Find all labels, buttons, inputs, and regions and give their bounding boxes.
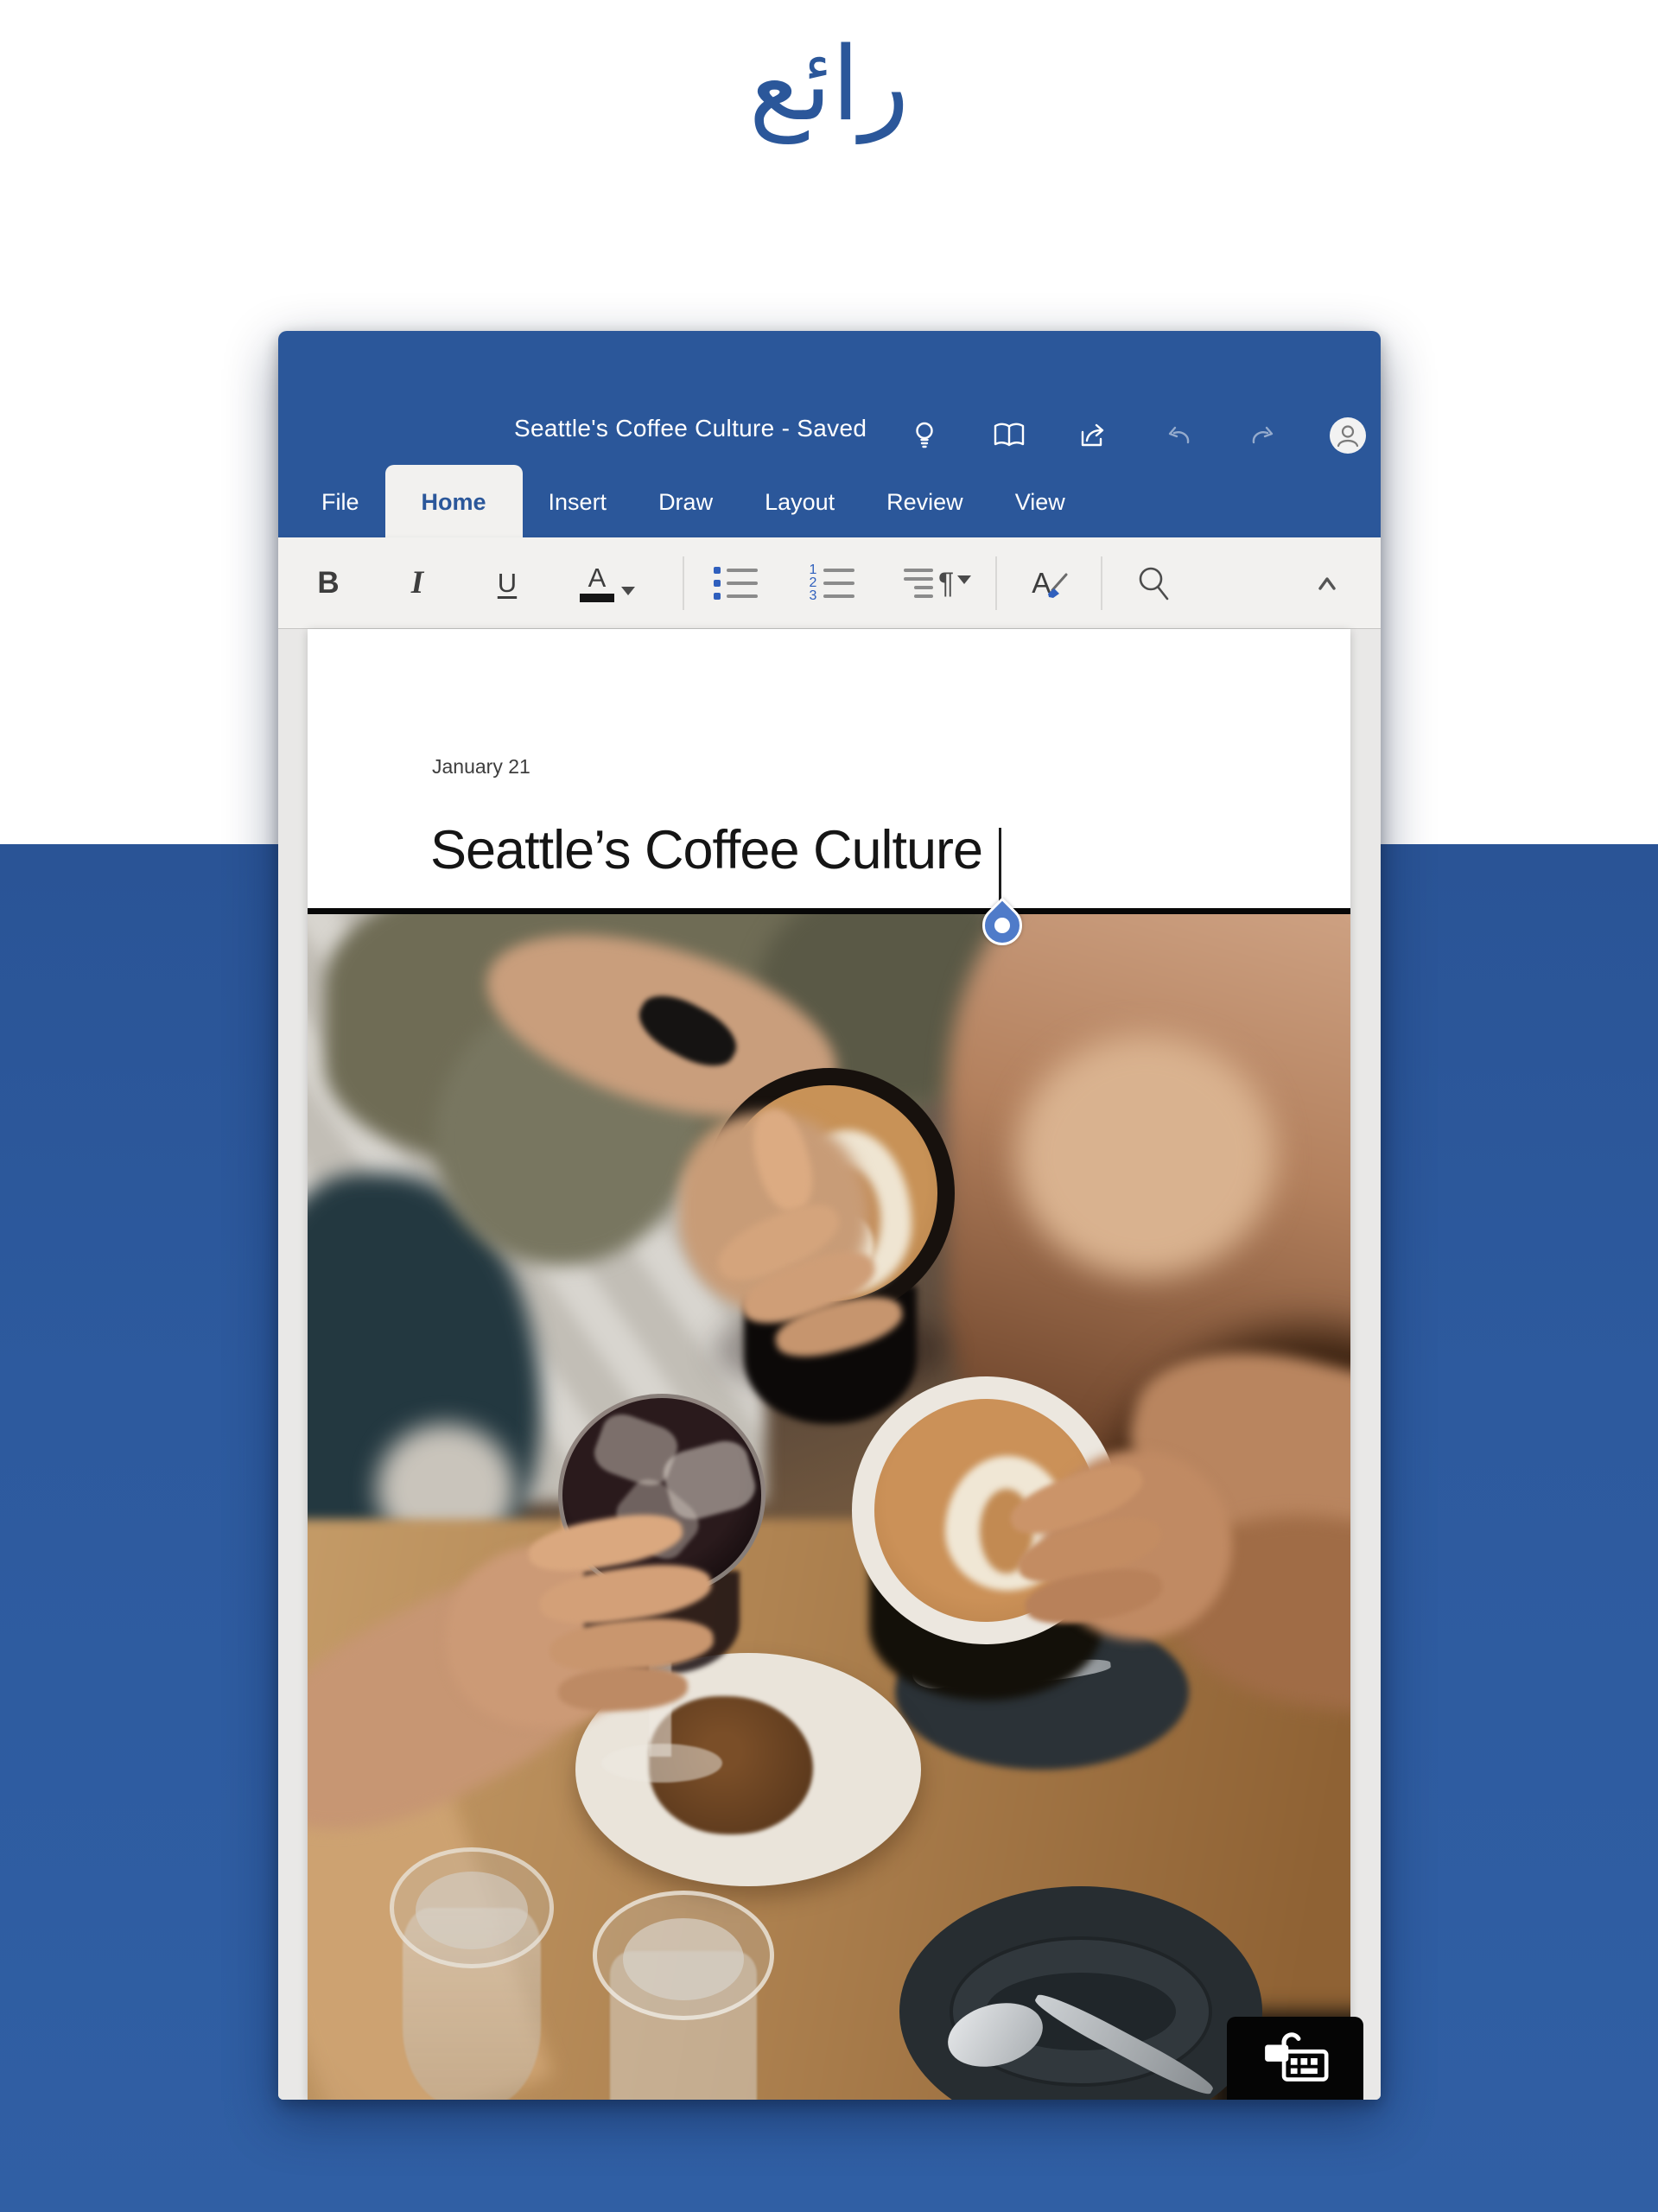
undo-icon[interactable] xyxy=(1159,416,1197,454)
formatting-toolbar: B I U A 1 2 3 xyxy=(278,537,1381,629)
marketing-headline: رائع xyxy=(0,24,1658,143)
keyboard-dock-button[interactable] xyxy=(1227,2017,1363,2100)
search-icon[interactable] xyxy=(1132,563,1177,604)
toolbar-divider xyxy=(995,556,997,610)
tab-draw[interactable]: Draw xyxy=(632,465,739,537)
toolbar-divider xyxy=(1101,556,1102,610)
numbered-line xyxy=(823,594,854,598)
account-icon[interactable] xyxy=(1329,416,1367,454)
document-date-line[interactable]: January 21 xyxy=(432,755,530,779)
tab-insert[interactable]: Insert xyxy=(523,465,633,537)
document-page[interactable]: January 21 Seattle’s Coffee Culture xyxy=(308,629,1350,2100)
underline-button[interactable]: U xyxy=(489,568,525,599)
toolbar-divider xyxy=(683,556,684,610)
italic-button[interactable]: I xyxy=(400,564,435,601)
tab-review[interactable]: Review xyxy=(861,465,989,537)
tab-layout[interactable]: Layout xyxy=(739,465,861,537)
document-heading[interactable]: Seattle’s Coffee Culture xyxy=(430,819,982,881)
indent-line xyxy=(914,586,933,589)
numbered-line xyxy=(823,569,854,572)
numbered-row: 3 xyxy=(809,593,855,600)
indent-line xyxy=(904,569,933,572)
document-photo[interactable] xyxy=(308,908,1350,2100)
share-icon[interactable] xyxy=(1075,416,1113,454)
tab-view[interactable]: View xyxy=(989,465,1091,537)
bold-button[interactable]: B xyxy=(311,566,346,601)
lightbulb-icon[interactable] xyxy=(905,416,943,454)
numbered-line xyxy=(823,582,854,585)
font-color-glyph: A xyxy=(580,564,614,602)
document-title-saved-status: Seattle's Coffee Culture - Saved xyxy=(514,415,867,442)
bullet-dot-icon xyxy=(714,580,721,587)
document-scroll-area[interactable]: January 21 Seattle’s Coffee Culture xyxy=(278,629,1381,2100)
read-mode-icon[interactable] xyxy=(990,416,1028,454)
text-cursor xyxy=(999,828,1001,904)
photo-art xyxy=(308,914,1350,2100)
ribbon-tab-bar: File Home Insert Draw Layout Review View xyxy=(278,465,1381,537)
bullet-dot-icon xyxy=(714,593,721,600)
bullet-row xyxy=(714,580,760,587)
numbered-row: 1 xyxy=(809,567,855,574)
titlebar: Seattle's Coffee Culture - Saved xyxy=(278,331,1381,465)
font-color-button[interactable]: A xyxy=(577,564,638,602)
indent-lines-icon xyxy=(904,569,933,598)
bullet-row xyxy=(714,593,760,600)
bullet-line xyxy=(727,594,758,598)
bullet-row xyxy=(714,567,760,574)
bullet-dot-icon xyxy=(714,567,721,574)
bullet-list-button[interactable] xyxy=(714,567,760,600)
photo-vignette xyxy=(308,914,1350,2100)
keyboard-unlock-icon xyxy=(1259,2031,1331,2085)
screenshot-canvas: رائع Seattle's Coffee Culture - Saved xyxy=(0,0,1658,2212)
brush-icon xyxy=(1044,573,1073,602)
indent-line xyxy=(914,594,933,598)
pilcrow-icon: ¶ xyxy=(938,569,954,598)
list-number: 1 xyxy=(809,567,817,574)
chevron-down-icon xyxy=(957,575,971,584)
tab-home[interactable]: Home xyxy=(385,465,523,537)
list-number: 3 xyxy=(809,593,817,600)
list-number: 2 xyxy=(809,580,817,587)
word-app-window: Seattle's Coffee Culture - Saved xyxy=(278,331,1381,2100)
redo-icon[interactable] xyxy=(1244,416,1282,454)
indent-line xyxy=(904,577,933,581)
bullet-line xyxy=(727,582,758,585)
text-effects-button[interactable]: A xyxy=(1026,564,1078,602)
numbered-list-button[interactable]: 1 2 3 xyxy=(809,567,855,600)
numbered-row: 2 xyxy=(809,580,855,587)
font-color-swatch xyxy=(580,594,614,602)
titlebar-actions xyxy=(905,416,1367,454)
collapse-ribbon-chevron-icon[interactable] xyxy=(1308,570,1346,596)
tab-file[interactable]: File xyxy=(295,465,385,537)
indent-paragraph-button[interactable]: ¶ xyxy=(904,569,971,598)
chevron-down-icon xyxy=(621,587,635,595)
bullet-line xyxy=(727,569,758,572)
